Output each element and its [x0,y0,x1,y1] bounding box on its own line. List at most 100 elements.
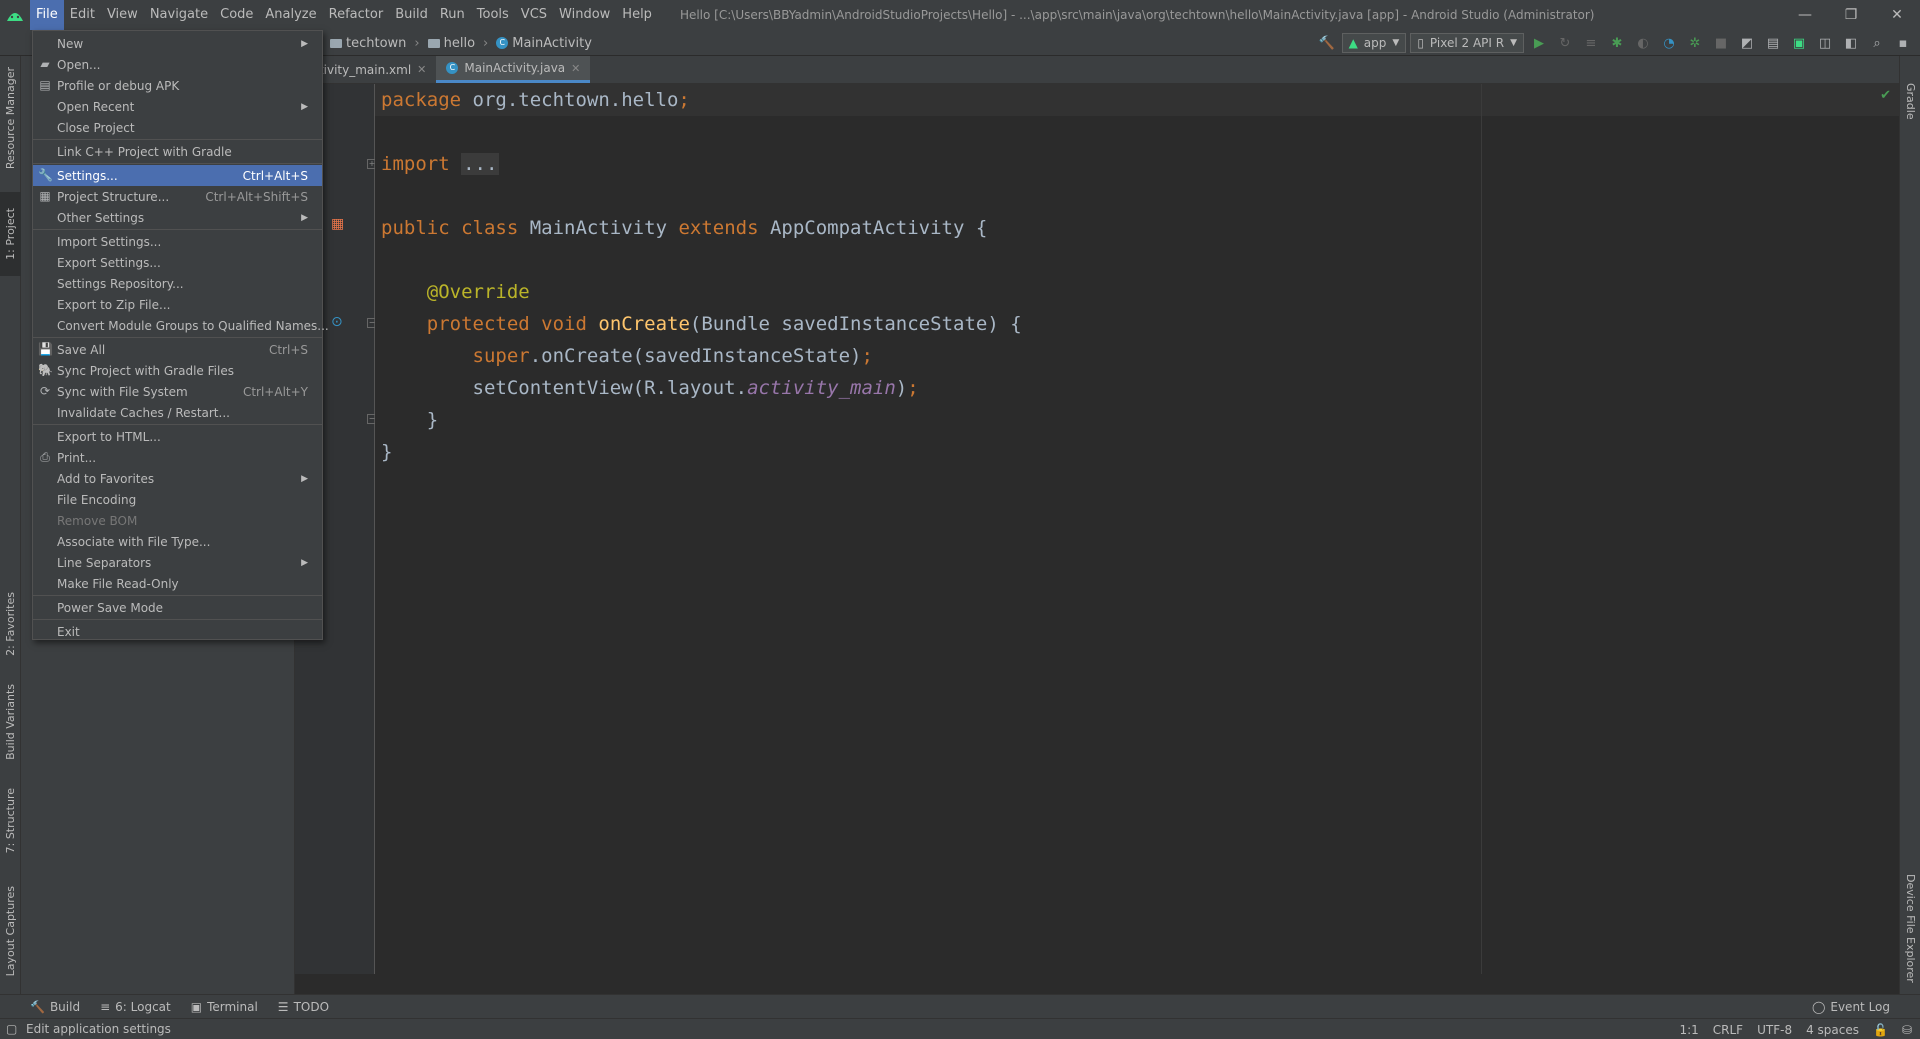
make-project-hammer-icon[interactable]: 🔨 [1316,32,1338,54]
menu-item-close-project[interactable]: Close Project [33,117,322,138]
menu-item-open-recent[interactable]: Open Recent ▶ [33,96,322,117]
code-line-8: protected void onCreate(Bundle savedInst… [427,313,1022,335]
menu-item-label: New [57,36,84,51]
menu-item-make-read-only[interactable]: Make File Read-Only [33,573,322,594]
file-encoding[interactable]: UTF-8 [1757,1023,1792,1037]
apply-changes-restart-icon[interactable]: ↻ [1554,32,1576,54]
menu-item-convert-module-groups[interactable]: Convert Module Groups to Qualified Names… [33,315,329,336]
menu-item-export-zip[interactable]: Export to Zip File... [33,294,322,315]
breadcrumb-techtown[interactable]: techtown [330,36,406,51]
caret-position[interactable]: 1:1 [1679,1023,1698,1037]
tool-tab-build-variants[interactable]: Build Variants [0,674,21,770]
override-method-icon[interactable]: ⊙ [331,314,343,330]
tool-tab-todo[interactable]: ☰ TODO [278,1000,329,1014]
menu-item-file-encoding[interactable]: File Encoding [33,489,322,510]
run-configuration-select[interactable]: ▲ app ▼ [1341,33,1407,53]
menu-item-settings[interactable]: 🔧 Settings... Ctrl+Alt+S [33,165,322,186]
attach-debugger-icon[interactable]: ◔ [1658,32,1680,54]
sdk-manager-icon[interactable]: ◫ [1814,32,1836,54]
breadcrumb-mainactivity[interactable]: › C MainActivity [479,36,592,51]
tool-tab-device-file-explorer[interactable]: Device File Explorer [1900,866,1920,991]
tool-tab-project[interactable]: 1: Project [0,192,21,276]
menu-item-save-all[interactable]: 💾 Save All Ctrl+S [33,339,322,360]
line-separator[interactable]: CRLF [1713,1023,1743,1037]
avd-manager-icon[interactable]: ▣ [1788,32,1810,54]
device-select[interactable]: ▯ Pixel 2 API R ▼ [1410,33,1524,53]
menu-analyze[interactable]: Analyze [259,0,322,30]
tool-tab-build[interactable]: 🔨 Build [30,1000,80,1014]
menu-tools[interactable]: Tools [471,0,515,30]
menu-item-print[interactable]: ⎙ Print... [33,447,322,468]
account-icon[interactable]: ▪ [1892,32,1914,54]
layout-file-icon[interactable]: ▦ [331,216,344,232]
folded-imports[interactable]: ... [461,153,500,175]
profile-icon[interactable]: ◐ [1632,32,1654,54]
menu-item-invalidate-caches[interactable]: Invalidate Caches / Restart... [33,402,322,423]
menu-refactor[interactable]: Refactor [323,0,390,30]
breadcrumb-hello[interactable]: › hello [410,36,475,51]
menu-item-sync-gradle[interactable]: 🐘 Sync Project with Gradle Files [33,360,322,381]
menu-view[interactable]: View [101,0,144,30]
menu-item-open[interactable]: ▰ Open... [33,54,322,75]
menu-item-settings-repository[interactable]: Settings Repository... [33,273,322,294]
code-editor[interactable]: ✔ package org.techtown.hello; import ...… [375,84,1899,974]
menu-edit[interactable]: Edit [64,0,101,30]
close-window-button[interactable]: ✕ [1874,0,1920,30]
tool-tab-layout-captures[interactable]: Layout Captures [0,876,21,986]
close-icon[interactable]: ✕ [417,63,426,76]
tool-tab-structure[interactable]: 7: Structure [0,776,21,866]
menu-item-add-to-favorites[interactable]: Add to Favorites ▶ [33,468,322,489]
tool-tab-logcat[interactable]: ≡ 6: Logcat [100,1000,171,1014]
menu-item-export-html[interactable]: Export to HTML... [33,426,322,447]
menu-item-line-separators[interactable]: Line Separators ▶ [33,552,322,573]
menu-item-label: Settings... [57,168,118,183]
status-message: Edit application settings [26,1022,171,1036]
tool-tab-favorites[interactable]: 2: Favorites [0,576,21,672]
file-menu-dropdown: New ▶ ▰ Open... ▤ Profile or debug APK Open… [32,30,329,642]
menu-item-exit[interactable]: Exit [33,621,322,642]
menu-item-associate-file-type[interactable]: Associate with File Type... [33,531,322,552]
apply-code-changes-icon[interactable]: ≡ [1580,32,1602,54]
stop-icon[interactable]: ■ [1710,32,1732,54]
sync-gradle-icon[interactable]: ◩ [1736,32,1758,54]
run-icon[interactable]: ▶ [1528,32,1550,54]
indent-setting[interactable]: 4 spaces [1806,1023,1859,1037]
menu-item-power-save-mode[interactable]: Power Save Mode [33,597,322,618]
menu-item-other-settings[interactable]: Other Settings ▶ [33,207,322,228]
tool-tab-terminal[interactable]: ▣ Terminal [191,1000,258,1014]
menu-help[interactable]: Help [616,0,658,30]
restore-button[interactable]: ❐ [1828,0,1874,30]
coverage-icon[interactable]: ✲ [1684,32,1706,54]
menu-item-sync-file-system[interactable]: ⟳ Sync with File System Ctrl+Alt+Y [33,381,322,402]
menu-item-project-structure[interactable]: ▦ Project Structure... Ctrl+Alt+Shift+S [33,186,322,207]
menu-navigate[interactable]: Navigate [144,0,214,30]
project-structure-icon[interactable]: ▤ [1762,32,1784,54]
menu-item-profile-debug-apk[interactable]: ▤ Profile or debug APK [33,75,322,96]
lock-icon[interactable]: 🔓 [1873,1023,1888,1037]
close-icon[interactable]: ✕ [571,62,580,75]
menu-item-export-settings[interactable]: Export Settings... [33,252,322,273]
menu-item-link-cpp-project[interactable]: Link C++ Project with Gradle [33,141,322,162]
tab-mainactivity-java[interactable]: C MainActivity.java ✕ [436,56,591,83]
menu-item-import-settings[interactable]: Import Settings... [33,231,322,252]
tool-windows-toggle-icon[interactable]: ▢ [6,1022,17,1036]
menu-code[interactable]: Code [214,0,259,30]
tool-tab-event-log[interactable]: ◯ Event Log [1812,995,1890,1019]
menu-run[interactable]: Run [434,0,471,30]
search-everywhere-icon[interactable]: ⌕ [1866,32,1888,54]
menu-vcs[interactable]: VCS [515,0,553,30]
memory-indicator-icon[interactable]: ⛁ [1902,1023,1912,1037]
menu-item-label: Open... [57,57,101,72]
minimize-button[interactable]: — [1782,0,1828,30]
menu-window[interactable]: Window [553,0,616,30]
menu-item-new[interactable]: New ▶ [33,33,322,54]
tool-tab-resource-manager[interactable]: Resource Manager [0,67,21,169]
menu-build[interactable]: Build [389,0,434,30]
tool-tab-gradle[interactable]: Gradle [1900,66,1920,136]
layout-inspector-icon[interactable]: ◧ [1840,32,1862,54]
menu-item-label: Sync Project with Gradle Files [57,363,234,378]
no-problems-check-icon[interactable]: ✔ [1880,88,1891,103]
menu-file[interactable]: File [30,0,64,30]
debug-icon[interactable]: ✱ [1606,32,1628,54]
chevron-right-icon: › [414,35,420,51]
